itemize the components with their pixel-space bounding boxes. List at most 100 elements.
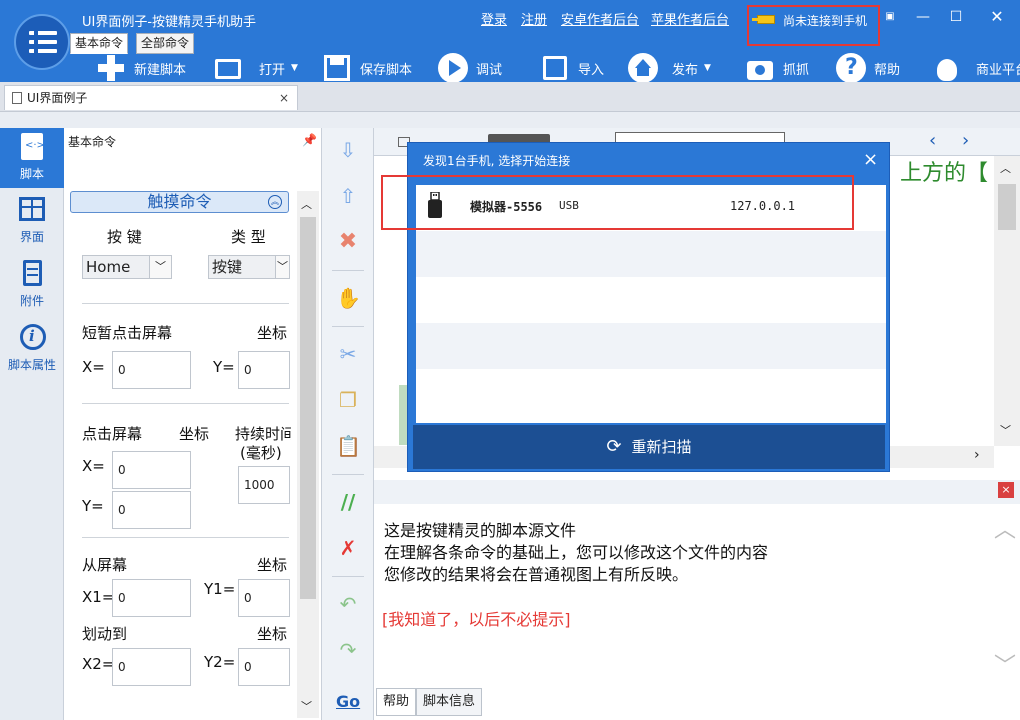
swipe-y2-input[interactable]: 0	[238, 648, 290, 686]
scroll-down-icon[interactable]: ﹀	[1000, 422, 1011, 438]
divider	[82, 537, 289, 538]
swipe-x1-input[interactable]: 0	[112, 579, 191, 617]
comment-icon[interactable]: //	[336, 490, 360, 514]
maximize-button[interactable]: ☐	[945, 7, 967, 27]
nav-item-script[interactable]: <·> 脚本	[0, 133, 64, 182]
x-label: X=	[82, 358, 105, 376]
key-select[interactable]: Home ﹀	[82, 255, 172, 279]
vertical-toolbar	[322, 128, 374, 720]
close-tab-icon[interactable]: ×	[279, 86, 289, 110]
go-icon[interactable]: Go	[336, 690, 360, 714]
open-label: 打开	[259, 62, 286, 78]
help-line: 这是按键精灵的脚本源文件	[384, 521, 577, 540]
undo-icon[interactable]: ↶	[336, 592, 360, 616]
chevron-down-icon: ﹀	[149, 256, 171, 278]
short-tap-y-input[interactable]: 0	[238, 351, 290, 389]
short-tap-x-input[interactable]: 0	[112, 351, 191, 389]
tab-ui-example[interactable]: UI界面例子 ×	[4, 85, 298, 110]
cut-icon[interactable]: ✂	[336, 342, 360, 366]
divider	[332, 326, 364, 327]
pin-icon[interactable]: 📌	[302, 133, 317, 147]
device-connection-type: USB	[559, 199, 579, 212]
tab-basic-commands[interactable]: 基本命令	[70, 33, 129, 54]
key-select-value: Home	[86, 258, 131, 276]
import-icon	[540, 53, 570, 83]
tab-script-info[interactable]: 脚本信息	[416, 688, 483, 716]
tap-y-input[interactable]: 0	[112, 491, 191, 529]
tap-label: 点击屏幕	[82, 425, 143, 443]
separator	[0, 112, 1020, 128]
folder-icon	[213, 53, 243, 83]
touch-commands-header[interactable]: 触摸命令 ︽	[70, 191, 289, 213]
debug-button[interactable]: 调试	[438, 52, 502, 84]
coords-label: 坐标	[257, 556, 288, 574]
new-script-label: 新建脚本	[134, 62, 187, 78]
camera-icon	[745, 53, 775, 83]
open-button[interactable]: 打开 ▼	[213, 52, 298, 84]
copy-icon[interactable]: ❐	[336, 388, 360, 412]
publish-button[interactable]: 发布 ▼	[628, 52, 711, 84]
redo-icon[interactable]: ↷	[336, 638, 360, 662]
paste-icon[interactable]: 📋	[336, 434, 361, 458]
dialog-close-icon[interactable]: ×	[863, 149, 878, 170]
coords-label: 坐标	[257, 324, 288, 342]
duration-input[interactable]: 1000	[238, 466, 290, 504]
close-button[interactable]: ✕	[986, 7, 1008, 27]
move-up-icon[interactable]: ⇧	[336, 184, 360, 208]
rescan-label: 重新扫描	[631, 438, 692, 456]
login-link[interactable]: 登录	[481, 9, 507, 28]
chevron-left-icon[interactable]: ‹	[929, 130, 936, 151]
connection-status-button[interactable]: 尚未连接到手机	[747, 5, 880, 46]
move-down-icon[interactable]: ⇩	[336, 138, 360, 162]
chevron-right-icon[interactable]: ›	[962, 130, 969, 151]
minimize-button[interactable]: —	[912, 7, 934, 27]
scroll-right-icon[interactable]: ›	[974, 447, 980, 463]
save-script-button[interactable]: 保存脚本	[322, 52, 412, 84]
scroll-up-icon[interactable]: ︿	[1000, 160, 1011, 176]
swipe-y1-input[interactable]: 0	[238, 579, 290, 617]
nav-item-ui[interactable]: 界面	[0, 196, 64, 245]
type-select[interactable]: 按键 ﹀	[208, 255, 290, 279]
delete-icon[interactable]: ✖	[336, 230, 360, 254]
android-author-link[interactable]: 安卓作者后台	[561, 9, 639, 28]
dropdown-icon[interactable]: ▣	[879, 7, 901, 27]
y-label: Y=	[213, 358, 235, 376]
chevron-down-icon: ▼	[704, 63, 711, 73]
panel-scroll-thumb[interactable]	[300, 217, 316, 599]
collapse-icon[interactable]: ︽	[268, 195, 282, 209]
x-label: X=	[82, 457, 105, 475]
uncomment-icon[interactable]: ✗	[336, 536, 360, 560]
play-icon	[438, 53, 468, 83]
register-link[interactable]: 注册	[521, 9, 547, 28]
category-label: 触摸命令	[147, 192, 212, 211]
business-platform-button[interactable]: 商业平台	[932, 52, 1020, 84]
scroll-up-icon[interactable]: ︿	[301, 196, 312, 212]
scroll-down-icon[interactable]: ﹀	[994, 648, 1016, 680]
tap-x-input[interactable]: 0	[112, 451, 191, 489]
scroll-down-icon[interactable]: ﹀	[301, 698, 312, 714]
ios-author-link[interactable]: 苹果作者后台	[651, 9, 729, 28]
nav-label-attachment: 附件	[19, 294, 44, 308]
x1-label: X1=	[82, 588, 115, 606]
ms-label: (毫秒)	[240, 444, 282, 462]
divider	[332, 474, 364, 475]
divider	[332, 576, 364, 577]
nav-item-properties[interactable]: i 脚本属性	[0, 324, 64, 373]
help-button[interactable]: ? 帮助	[836, 52, 900, 84]
swipe-x2-input[interactable]: 0	[112, 648, 191, 686]
nav-label-ui: 界面	[19, 230, 44, 244]
rescan-button[interactable]: ⟳ 重新扫描	[413, 425, 885, 469]
import-button[interactable]: 导入	[540, 52, 604, 84]
close-help-icon[interactable]: ×	[998, 482, 1014, 498]
app-menu-button[interactable]	[14, 14, 70, 70]
scroll-up-icon[interactable]: ︿	[994, 512, 1016, 544]
new-script-button[interactable]: 新建脚本	[96, 52, 186, 84]
nav-item-attachment[interactable]: 附件	[0, 260, 64, 309]
dont-show-again-link[interactable]: [我知道了，以后不必提示]	[382, 606, 571, 630]
tab-help[interactable]: 帮助	[376, 688, 417, 716]
tab-all-commands[interactable]: 全部命令	[136, 33, 195, 54]
editor-scroll-thumb[interactable]	[998, 184, 1016, 230]
connection-status-label: 尚未连接到手机	[783, 14, 868, 28]
capture-button[interactable]: 抓抓	[745, 52, 809, 84]
hand-icon[interactable]: ✋	[336, 286, 361, 310]
